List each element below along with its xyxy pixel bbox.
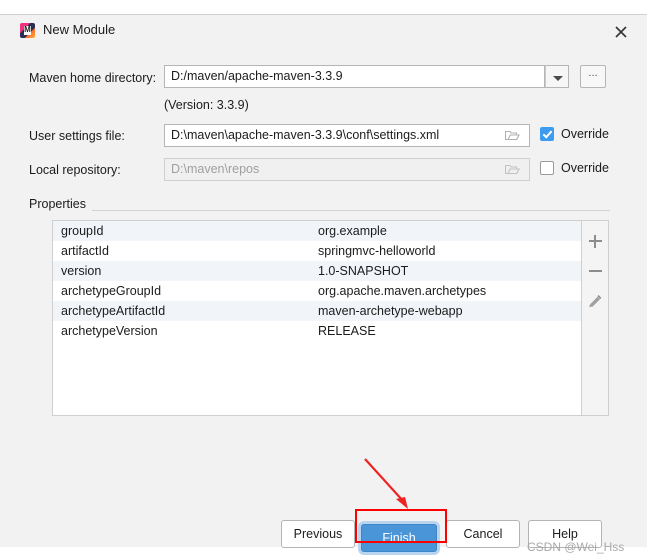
previous-button[interactable]: Previous bbox=[281, 520, 355, 548]
property-name-cell: archetypeVersion bbox=[61, 324, 158, 338]
remove-property-button[interactable] bbox=[582, 256, 608, 286]
property-value-cell: springmvc-helloworld bbox=[318, 244, 436, 258]
property-value-cell: RELEASE bbox=[318, 324, 376, 338]
maven-home-input[interactable]: D:/maven/apache-maven-3.3.9 bbox=[164, 65, 545, 88]
maven-home-label: Maven home directory: bbox=[29, 71, 157, 85]
property-value-cell: 1.0-SNAPSHOT bbox=[318, 264, 409, 278]
local-repository-folder-icon[interactable] bbox=[504, 163, 520, 175]
maven-home-browse-button[interactable]: ... bbox=[580, 65, 606, 88]
properties-table[interactable]: groupId org.example artifactId springmvc-he… bbox=[52, 220, 582, 416]
table-row[interactable]: groupId org.example bbox=[53, 221, 581, 241]
property-name-cell: version bbox=[61, 264, 102, 278]
property-value-cell: org.example bbox=[318, 224, 387, 238]
user-settings-folder-icon[interactable] bbox=[504, 129, 520, 141]
local-repository-override-checkbox[interactable]: Override bbox=[540, 161, 609, 175]
new-module-dialog: M New Module Maven home directory: D:/ma… bbox=[0, 14, 647, 552]
local-repository-input[interactable]: D:\maven\repos bbox=[164, 158, 530, 181]
property-name-cell: archetypeGroupId bbox=[61, 284, 162, 298]
cancel-button[interactable]: Cancel bbox=[446, 520, 520, 548]
table-row[interactable]: archetypeGroupId org.apache.maven.archety… bbox=[53, 281, 581, 301]
maven-home-dropdown-button[interactable] bbox=[545, 65, 569, 88]
checkbox-checked-icon bbox=[540, 127, 554, 141]
property-value-cell: org.apache.maven.archetypes bbox=[318, 284, 487, 298]
module-glyph: M bbox=[24, 25, 31, 34]
chevron-down-icon bbox=[553, 76, 563, 81]
checkbox-unchecked-icon bbox=[540, 161, 554, 175]
minus-icon bbox=[589, 270, 602, 272]
watermark: CSDN @Wei_Hss bbox=[527, 540, 625, 554]
close-icon bbox=[615, 26, 627, 38]
table-row[interactable]: version 1.0-SNAPSHOT bbox=[53, 261, 581, 281]
user-settings-label: User settings file: bbox=[29, 129, 125, 143]
properties-group-label: Properties bbox=[29, 197, 92, 211]
local-repository-override-label: Override bbox=[561, 161, 609, 175]
property-name-cell: archetypeArtifactId bbox=[61, 304, 166, 318]
user-settings-override-label: Override bbox=[561, 127, 609, 141]
user-settings-input[interactable]: D:\maven\apache-maven-3.3.9\conf\setting… bbox=[164, 124, 530, 147]
intellij-module-icon: M bbox=[20, 23, 35, 38]
property-name-cell: groupId bbox=[61, 224, 104, 238]
table-row[interactable]: artifactId springmvc-helloworld bbox=[53, 241, 581, 261]
add-property-button[interactable] bbox=[582, 226, 608, 256]
user-settings-override-checkbox[interactable]: Override bbox=[540, 127, 609, 141]
properties-table-toolbar bbox=[582, 220, 609, 416]
pencil-icon bbox=[589, 295, 602, 307]
table-row[interactable]: archetypeArtifactId maven-archetype-webap… bbox=[53, 301, 581, 321]
table-row[interactable]: archetypeVersion RELEASE bbox=[53, 321, 581, 341]
property-value-cell: maven-archetype-webapp bbox=[318, 304, 463, 318]
property-name-cell: artifactId bbox=[61, 244, 109, 258]
finish-button[interactable]: Finish bbox=[361, 524, 437, 552]
maven-version-note: (Version: 3.3.9) bbox=[164, 98, 249, 112]
edit-property-button[interactable] bbox=[582, 287, 608, 317]
dialog-title: New Module bbox=[43, 22, 116, 37]
dialog-title-bar: M New Module bbox=[0, 15, 647, 47]
properties-group-divider bbox=[29, 210, 610, 211]
close-button[interactable] bbox=[606, 19, 636, 43]
local-repository-label: Local repository: bbox=[29, 163, 121, 177]
